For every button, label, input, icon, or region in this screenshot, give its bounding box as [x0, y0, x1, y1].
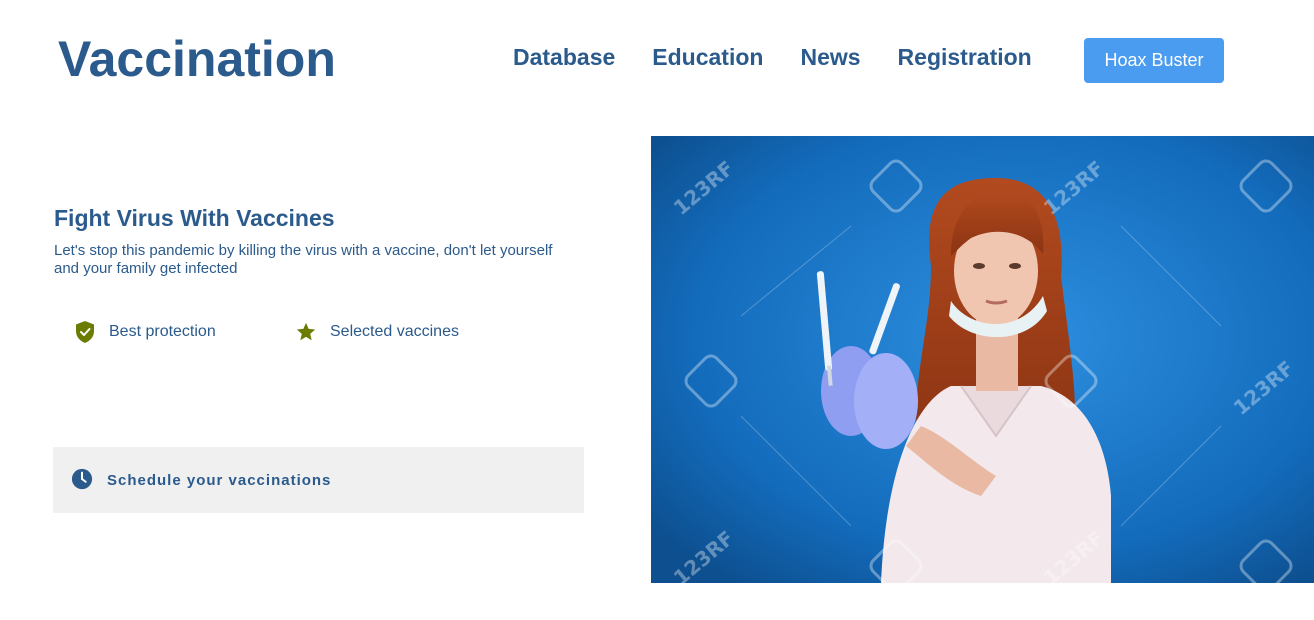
nav-education[interactable]: Education [652, 44, 763, 71]
feature-best-protection: Best protection [73, 320, 216, 344]
site-logo[interactable]: Vaccination [58, 30, 336, 88]
schedule-vaccinations-button[interactable]: Schedule your vaccinations [53, 447, 584, 513]
star-icon [294, 320, 318, 344]
nav-registration[interactable]: Registration [898, 44, 1032, 71]
clock-icon [71, 468, 95, 492]
main-nav: Database Education News Registration [513, 44, 1069, 71]
nav-news[interactable]: News [800, 44, 860, 71]
hero-subtitle: Let's stop this pandemic by killing the … [54, 242, 553, 277]
feature-label: Selected vaccines [330, 323, 459, 340]
shield-check-icon [73, 320, 97, 344]
hoax-buster-button[interactable]: Hoax Buster [1084, 38, 1224, 83]
doctor-with-syringes-photo: 123RF 123RF 123RF 123RF 123RF [651, 136, 1314, 583]
feature-label: Best protection [109, 323, 216, 340]
schedule-label: Schedule your vaccinations [107, 471, 332, 489]
hero-title: Fight Virus With Vaccines [54, 205, 335, 231]
nav-database[interactable]: Database [513, 44, 615, 71]
feature-selected-vaccines: Selected vaccines [294, 320, 459, 344]
